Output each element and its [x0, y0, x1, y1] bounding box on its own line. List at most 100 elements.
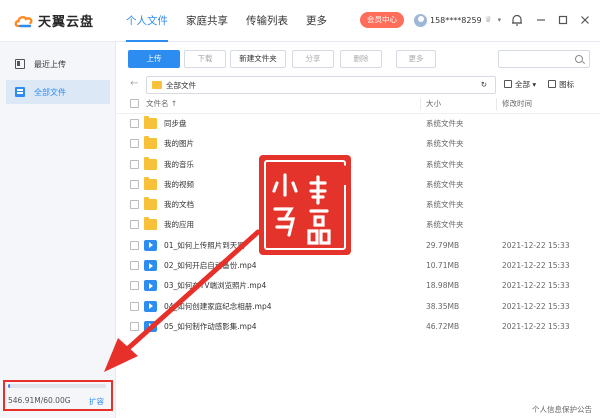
column-name-label: 文件名: [146, 99, 169, 108]
file-name: 02_如何开启自动备份.mp4: [164, 261, 257, 271]
avatar: [414, 13, 427, 27]
row-checkbox[interactable]: [130, 139, 139, 149]
sidebar-item-label: 全部文件: [34, 87, 66, 97]
title-bar: 天翼云盘 个人文件 家庭共享 传输列表 更多 会员中心 158****8259 …: [0, 0, 600, 42]
video-file-icon: [144, 239, 157, 251]
sidebar-item-recent-upload[interactable]: 最近上传: [6, 52, 110, 76]
table-row[interactable]: 01_如何上传照片到天翼 29.79MB 2021-12-22 15:33: [116, 236, 600, 256]
refresh-icon[interactable]: ↻: [481, 79, 487, 91]
share-button[interactable]: 分享: [292, 50, 334, 68]
maximize-icon[interactable]: [556, 13, 570, 27]
back-arrow-icon[interactable]: ←: [130, 78, 138, 90]
bell-icon[interactable]: [510, 13, 524, 27]
row-checkbox[interactable]: [130, 261, 139, 271]
user-menu[interactable]: 158****8259 ♛ ▾: [414, 12, 501, 28]
table-row[interactable]: 我的音乐 系统文件夹: [116, 155, 600, 175]
table-row[interactable]: 同步盘 系统文件夹: [116, 114, 600, 134]
row-checkbox[interactable]: [130, 179, 139, 189]
column-header-name[interactable]: 文件名 ↑: [146, 94, 177, 114]
delete-button[interactable]: 删除: [340, 50, 382, 68]
row-checkbox[interactable]: [130, 281, 139, 291]
close-icon[interactable]: [578, 13, 592, 27]
row-checkbox[interactable]: [130, 220, 139, 230]
folder-icon: [144, 197, 157, 211]
more-button[interactable]: 更多: [396, 50, 436, 68]
folder-icon: [144, 217, 157, 231]
video-file-icon: [144, 280, 157, 292]
file-size: 系统文件夹: [426, 179, 464, 189]
file-size: 46.72MB: [426, 321, 460, 331]
row-checkbox[interactable]: [130, 321, 139, 331]
file-name: 我的文档: [164, 200, 194, 210]
sidebar-item-label: 最近上传: [34, 59, 66, 69]
file-time: 2021-12-22 15:33: [502, 281, 570, 291]
table-row[interactable]: 05_如何制作动感影集.mp4 46.72MB 2021-12-22 15:33: [116, 317, 600, 337]
row-checkbox[interactable]: [130, 119, 139, 128]
upload-button[interactable]: 上传: [128, 50, 180, 68]
sort-dropdown[interactable]: 全部 ▾: [504, 79, 536, 90]
minimize-icon[interactable]: [534, 13, 548, 27]
file-size: 10.71MB: [426, 261, 460, 271]
icon-view-toggle[interactable]: 图标: [548, 79, 574, 90]
file-name: 我的应用: [164, 220, 194, 230]
table-row[interactable]: 03_如何在TV端浏览照片.mp4 18.98MB 2021-12-22 15:33: [116, 276, 600, 296]
folder-icon: [144, 136, 157, 150]
column-header-time[interactable]: 修改时间: [502, 94, 532, 114]
download-button[interactable]: 下载: [184, 50, 226, 68]
table-row[interactable]: 04_如何创建家庭纪念相册.mp4 38.35MB 2021-12-22 15:33: [116, 297, 600, 317]
app-logo: 天翼云盘: [14, 11, 94, 30]
crown-icon: ♛: [484, 15, 492, 24]
row-checkbox[interactable]: [130, 200, 139, 210]
path-bar: ← 全部文件 ↻ 全部 ▾ 图标: [116, 76, 600, 94]
vip-center-button[interactable]: 会员中心: [360, 12, 404, 28]
file-size: 系统文件夹: [426, 159, 464, 169]
all-files-icon: [15, 87, 25, 97]
nav-personal-files[interactable]: 个人文件: [120, 0, 174, 42]
recent-upload-icon: [15, 59, 25, 69]
file-name: 04_如何创建家庭纪念相册.mp4: [164, 301, 272, 311]
file-time: 2021-12-22 15:33: [502, 240, 570, 250]
copy-icon: [504, 80, 512, 88]
sort-label: 全部: [515, 80, 530, 89]
file-name: 我的视频: [164, 179, 194, 189]
file-name: 我的图片: [164, 139, 194, 149]
grid-icon: [548, 80, 557, 88]
view-options: 全部 ▾ 图标: [504, 79, 574, 90]
nav-more[interactable]: 更多: [300, 0, 333, 42]
toolbar: 上传 下载 新建文件夹 分享 删除 更多: [116, 42, 600, 76]
new-folder-button[interactable]: 新建文件夹: [230, 50, 286, 68]
row-checkbox[interactable]: [130, 159, 139, 169]
privacy-notice-link[interactable]: 个人信息保护公告: [532, 404, 592, 415]
storage-highlight-box: [3, 380, 113, 411]
nav-family-share[interactable]: 家庭共享: [180, 0, 234, 42]
chevron-down-icon: ▾: [497, 16, 502, 24]
cloud-logo-icon: [14, 13, 34, 29]
column-header-size[interactable]: 大小: [426, 94, 441, 114]
video-file-icon: [144, 320, 157, 332]
file-time: 2021-12-22 15:33: [502, 261, 570, 271]
table-row[interactable]: 我的视频 系统文件夹: [116, 175, 600, 195]
sidebar-item-all-files[interactable]: 全部文件: [6, 80, 110, 104]
table-row[interactable]: 我的文档 系统文件夹: [116, 195, 600, 215]
user-phone: 158****8259: [430, 15, 482, 25]
row-checkbox[interactable]: [130, 301, 139, 311]
file-name: 03_如何在TV端浏览照片.mp4: [164, 281, 267, 291]
table-row[interactable]: 我的应用 系统文件夹: [116, 215, 600, 235]
file-size: 系统文件夹: [426, 200, 464, 210]
search-icon[interactable]: [575, 55, 583, 63]
file-time: 2021-12-22 15:33: [502, 321, 570, 331]
table-row[interactable]: 02_如何开启自动备份.mp4 10.71MB 2021-12-22 15:33: [116, 256, 600, 276]
file-size: 38.35MB: [426, 301, 460, 311]
search-input[interactable]: [498, 50, 590, 68]
breadcrumb[interactable]: 全部文件 ↻: [146, 76, 496, 94]
select-all-checkbox[interactable]: [130, 99, 139, 108]
file-name: 我的音乐: [164, 159, 194, 169]
icon-view-label: 图标: [559, 80, 575, 89]
file-size: 系统文件夹: [426, 139, 464, 149]
row-checkbox[interactable]: [130, 240, 139, 250]
table-row[interactable]: 我的图片 系统文件夹: [116, 134, 600, 154]
nav-transfer-list[interactable]: 传输列表: [240, 0, 294, 42]
column-divider: [496, 98, 497, 110]
video-file-icon: [144, 300, 157, 312]
file-name: 05_如何制作动感影集.mp4: [164, 321, 257, 331]
